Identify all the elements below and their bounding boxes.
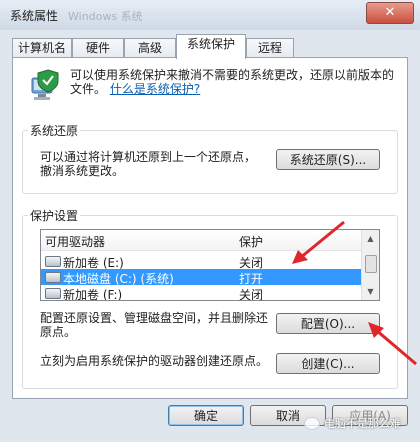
what-is-system-protection-link[interactable]: 什么是系统保护? bbox=[110, 82, 200, 96]
create-button[interactable]: 创建(C)... bbox=[276, 353, 380, 374]
ok-button[interactable]: 确定 bbox=[168, 405, 244, 426]
close-icon: ✕ bbox=[384, 5, 396, 20]
drive-status: 关闭 bbox=[239, 288, 264, 301]
tab-remote[interactable]: 远程 bbox=[246, 38, 294, 58]
scroll-up-icon[interactable]: ▲ bbox=[362, 230, 379, 247]
column-drive[interactable]: 可用驱动器 bbox=[45, 233, 105, 250]
drive-list-scrollbar[interactable]: ▲ ▼ bbox=[361, 230, 379, 300]
configure-description: 配置还原设置、管理磁盘空间，并且删除还原点。 bbox=[40, 311, 269, 339]
drive-icon bbox=[45, 272, 61, 283]
column-protection[interactable]: 保护 bbox=[239, 233, 263, 250]
tab-advanced[interactable]: 高级 bbox=[124, 38, 176, 58]
close-button[interactable]: ✕ bbox=[366, 2, 414, 24]
drive-icon bbox=[45, 288, 61, 299]
drive-row-e[interactable]: 新加卷 (E:) 关闭 bbox=[41, 253, 361, 270]
scroll-thumb[interactable] bbox=[365, 255, 377, 273]
system-restore-description: 可以通过将计算机还原到上一个还原点，撤消系统更改。 bbox=[40, 150, 257, 178]
tab-system-protection[interactable]: 系统保护 bbox=[176, 34, 246, 59]
configure-button[interactable]: 配置(O)... bbox=[276, 313, 380, 334]
chat-bubble-icon bbox=[304, 416, 320, 430]
protection-settings-heading: 保护设置 bbox=[28, 207, 81, 224]
create-description: 立刻为启用系统保护的驱动器创建还原点。 bbox=[40, 354, 269, 368]
drive-icon bbox=[45, 256, 61, 267]
drive-list-header: 可用驱动器 保护 bbox=[41, 230, 361, 251]
window-title-faint: Windows 系统 bbox=[68, 10, 143, 23]
system-restore-heading: 系统还原 bbox=[28, 122, 81, 139]
watermark-text: 电脑不是那么难 bbox=[323, 417, 401, 430]
drive-row-f[interactable]: 新加卷 (F:) 关闭 bbox=[41, 285, 361, 301]
tab-hardware[interactable]: 硬件 bbox=[72, 38, 124, 58]
watermark: 电脑不是那么难 bbox=[304, 415, 401, 433]
system-protection-icon bbox=[31, 69, 59, 100]
drive-list[interactable]: 可用驱动器 保护 新加卷 (E:) 关闭 本地磁盘 (C:) (系统) 打开 新… bbox=[40, 229, 380, 301]
system-restore-button[interactable]: 系统还原(S)... bbox=[276, 149, 380, 170]
drive-row-c[interactable]: 本地磁盘 (C:) (系统) 打开 bbox=[41, 269, 361, 286]
scroll-down-icon[interactable]: ▼ bbox=[362, 283, 379, 300]
tab-computer-name[interactable]: 计算机名 bbox=[12, 38, 72, 58]
drive-name: 新加卷 (F:) bbox=[63, 288, 123, 301]
title-bar: 系统属性 Windows 系统 ✕ bbox=[0, 0, 420, 30]
intro-text: 可以使用系统保护来撤消不需要的系统更改，还原以前版本的文件。 什么是系统保护? bbox=[70, 68, 400, 96]
window-title: 系统属性 bbox=[10, 9, 59, 23]
